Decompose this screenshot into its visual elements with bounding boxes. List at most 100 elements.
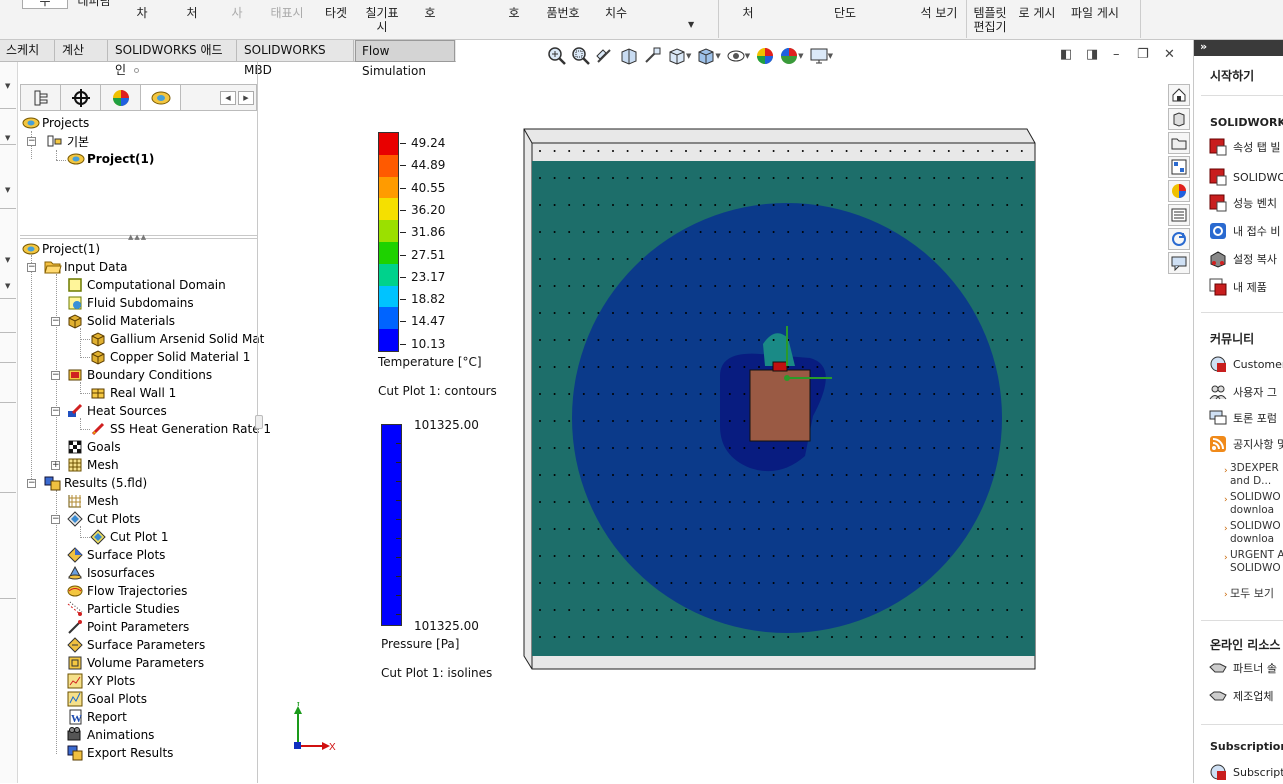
- tree-item-mesh-results[interactable]: Mesh: [67, 492, 119, 510]
- collapse-toggle[interactable]: −: [51, 317, 60, 326]
- collapse-toggle[interactable]: −: [27, 263, 36, 272]
- tile-right-icon[interactable]: ◨: [1086, 47, 1098, 62]
- ribbon-button-8[interactable]: 칠기표 시: [360, 6, 404, 34]
- tile-left-icon[interactable]: ◧: [1060, 47, 1072, 62]
- splitter-grip[interactable]: ▲▲▲: [128, 233, 147, 241]
- tree-item-flow-trajectories[interactable]: Flow Trajectories: [67, 582, 187, 600]
- link-my-products[interactable]: 내 제품: [1209, 277, 1267, 297]
- tree-item-point-parameters[interactable]: Point Parameters: [67, 618, 189, 636]
- close-window-icon[interactable]: ✕: [1164, 47, 1175, 62]
- link-user-groups[interactable]: 사용자 그: [1209, 382, 1277, 402]
- tree-item-export-results[interactable]: Export Results: [67, 744, 173, 762]
- collapse-arrow-icon[interactable]: ▼: [5, 186, 10, 194]
- tree-item-goals[interactable]: Goals: [67, 438, 121, 456]
- link-performance-benchmark[interactable]: 성능 벤치: [1209, 193, 1277, 213]
- tree-item-goal-plots[interactable]: Goal Plots: [67, 690, 147, 708]
- tree-item-project-root[interactable]: Project(1): [22, 240, 100, 258]
- tab-flow-simulation[interactable]: Flow Simulation: [355, 40, 455, 78]
- tree-item-heat-sources[interactable]: Heat Sources: [67, 402, 167, 420]
- link-solidworks-rx[interactable]: SOLIDWOR: [1209, 167, 1283, 187]
- panel-pin-dot[interactable]: [134, 68, 139, 73]
- tree-item-report[interactable]: W Report: [67, 708, 127, 726]
- restore-window-icon[interactable]: ❐: [1137, 47, 1149, 62]
- tab-solidworks-addins[interactable]: SOLIDWORKS 애드인: [109, 40, 237, 77]
- link-discussion-forum[interactable]: 토론 포럼: [1209, 408, 1277, 428]
- expand-toggle[interactable]: +: [51, 461, 60, 470]
- tree-item-xy-plots[interactable]: XY Plots: [67, 672, 135, 690]
- tree-item-surface-parameters[interactable]: Surface Parameters: [67, 636, 205, 654]
- tree-item-project-active[interactable]: Project(1): [67, 150, 154, 168]
- link-property-tab-builder[interactable]: 속성 탭 빌: [1209, 137, 1280, 157]
- ribbon-button-2[interactable]: 레피림: [72, 0, 116, 8]
- section-view-button[interactable]: [617, 45, 641, 67]
- tree-item-boundary-conditions[interactable]: Boundary Conditions: [67, 366, 212, 384]
- tree-item-isosurfaces[interactable]: Isosurfaces: [67, 564, 155, 582]
- tab-feature-tree[interactable]: [21, 85, 61, 110]
- news-item-3[interactable]: SOLIDWO downloa: [1230, 520, 1281, 546]
- tab-sketch[interactable]: 스케치: [0, 40, 55, 62]
- tab-file-explorer[interactable]: [1168, 132, 1190, 154]
- link-manufacturers[interactable]: 제조업체: [1209, 686, 1273, 706]
- collapse-toggle[interactable]: −: [27, 137, 36, 146]
- dropdown-arrow-icon[interactable]: ▼: [745, 52, 750, 60]
- dynamic-annotation-button[interactable]: [641, 45, 665, 67]
- tab-view-palette[interactable]: [1168, 156, 1190, 178]
- link-subscription[interactable]: Subscripti: [1209, 762, 1283, 782]
- tree-item-copper-solid[interactable]: Copper Solid Material 1: [90, 348, 250, 366]
- collapse-arrow-icon[interactable]: ▼: [5, 134, 10, 142]
- collapse-toggle[interactable]: −: [51, 407, 60, 416]
- tree-item-surface-plots[interactable]: Surface Plots: [67, 546, 165, 564]
- link-view-all[interactable]: 모두 보기: [1230, 587, 1274, 600]
- collapse-toggle[interactable]: −: [51, 371, 60, 380]
- ribbon-button-18[interactable]: 파일 게시: [1066, 6, 1124, 20]
- link-customer-portal[interactable]: Customer: [1209, 354, 1283, 374]
- ribbon-button-12[interactable]: 치수: [596, 6, 636, 20]
- news-item-4[interactable]: URGENT A SOLIDWO: [1230, 549, 1283, 575]
- edit-appearance-button[interactable]: [753, 45, 777, 67]
- tree-item-real-wall[interactable]: Real Wall 1: [90, 384, 176, 402]
- tree-item-heat-generation-rate[interactable]: SS Heat Generation Rate 1: [90, 420, 271, 438]
- collapse-task-pane-icon[interactable]: »: [1200, 40, 1207, 53]
- tree-item-computational-domain[interactable]: Computational Domain: [67, 276, 226, 294]
- ribbon-button-14[interactable]: 단도: [830, 6, 860, 20]
- tab-custom-properties[interactable]: [1168, 204, 1190, 226]
- ribbon-overflow-arrow-icon[interactable]: ▼: [688, 20, 694, 29]
- minimize-window-icon[interactable]: –: [1113, 47, 1120, 62]
- dropdown-arrow-icon[interactable]: ▼: [686, 52, 691, 60]
- panel-collapse-grip[interactable]: [255, 415, 263, 429]
- tree-item-fluid-subdomains[interactable]: Fluid Subdomains: [67, 294, 194, 312]
- model-viewport[interactable]: [520, 126, 1040, 674]
- tab-evaluate[interactable]: 계산: [56, 40, 108, 62]
- tree-item-results[interactable]: Results (5.fld): [44, 474, 147, 492]
- ribbon-button-15[interactable]: 석 보기: [916, 6, 962, 20]
- ribbon-button-11[interactable]: 품번호: [540, 6, 586, 20]
- link-partner-solutions[interactable]: 파트너 솔: [1209, 658, 1277, 678]
- tree-item-animations[interactable]: Animations: [67, 726, 154, 744]
- tab-appearances[interactable]: [1168, 180, 1190, 202]
- tree-item-projects[interactable]: Projects: [22, 114, 89, 132]
- tree-item-configuration[interactable]: 기본: [47, 132, 89, 150]
- tab-property-manager[interactable]: [61, 85, 101, 110]
- tree-item-gallium-arsenide[interactable]: Gallium Arsenid Solid Mat: [90, 330, 264, 348]
- zoom-to-area-button[interactable]: [569, 45, 593, 67]
- tab-forum[interactable]: [1168, 252, 1190, 274]
- link-copy-settings[interactable]: 설정 복사: [1209, 249, 1277, 269]
- link-my-requests[interactable]: 내 접수 비: [1209, 221, 1280, 241]
- collapse-toggle[interactable]: −: [27, 479, 36, 488]
- ribbon-button-17[interactable]: 로 게시: [1016, 6, 1058, 20]
- tree-item-volume-parameters[interactable]: Volume Parameters: [67, 654, 204, 672]
- tree-item-input-data[interactable]: Input Data: [44, 258, 128, 276]
- ribbon-button-13[interactable]: 처: [736, 6, 760, 20]
- dropdown-arrow-icon[interactable]: ▼: [715, 52, 720, 60]
- tab-home[interactable]: [1168, 84, 1190, 106]
- previous-view-button[interactable]: [593, 45, 617, 67]
- scroll-left-button[interactable]: ◀: [220, 91, 236, 105]
- tab-flow-simulation-analysis[interactable]: [141, 85, 181, 110]
- dropdown-arrow-icon[interactable]: ▼: [828, 52, 833, 60]
- ribbon-button-7[interactable]: 타겟: [316, 6, 356, 20]
- tab-display-manager[interactable]: [101, 85, 141, 110]
- link-news-feed[interactable]: 공지사항 및: [1209, 434, 1283, 454]
- ribbon-button-6[interactable]: 태표시: [262, 6, 312, 20]
- news-item-2[interactable]: SOLIDWO downloa: [1230, 491, 1281, 517]
- ribbon-button-4[interactable]: 처: [170, 6, 214, 20]
